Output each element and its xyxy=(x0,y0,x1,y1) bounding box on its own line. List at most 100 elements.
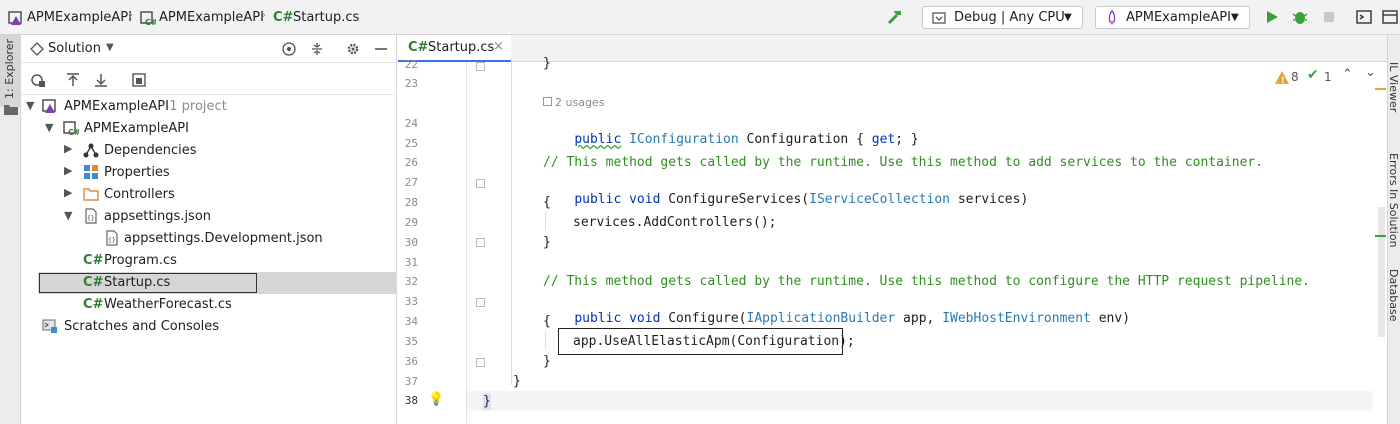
rocket-icon xyxy=(1108,10,1116,25)
json-file-icon: {} xyxy=(106,230,118,246)
code-token: IServiceCollection xyxy=(809,192,951,207)
svg-text:{}: {} xyxy=(108,237,116,244)
layout-icon[interactable] xyxy=(1381,8,1399,26)
warning-icon[interactable]: ! xyxy=(1274,70,1290,86)
explorer-strip-button[interactable]: 1: Explorer xyxy=(0,35,20,107)
line-number: 24 xyxy=(404,117,418,130)
dependencies-icon xyxy=(83,143,99,158)
chevron-right-icon: › xyxy=(261,8,267,23)
chevron-down-icon[interactable]: ▼ xyxy=(26,99,34,112)
breadcrumb-project[interactable]: APMExampleAPI xyxy=(159,9,264,26)
code-token: get xyxy=(871,132,896,147)
upload-icon[interactable] xyxy=(65,72,81,88)
csharp-project-icon: C# xyxy=(63,121,79,136)
explorer-title[interactable]: Solution xyxy=(48,40,101,58)
chevron-right-icon[interactable]: ▶ xyxy=(64,186,72,199)
line-number: 32 xyxy=(404,275,418,288)
code-line: app.UseAllElasticApm(Configuration); xyxy=(573,334,855,349)
line-number: 31 xyxy=(404,256,418,269)
editor-scrollbar[interactable] xyxy=(1374,62,1387,424)
warning-marker[interactable] xyxy=(1375,88,1386,90)
folder-icon xyxy=(4,105,18,115)
chevron-right-icon[interactable]: ▶ xyxy=(64,142,72,155)
code-line: } xyxy=(543,56,551,71)
code-line: } xyxy=(543,354,551,369)
csharp-file-badge: C# xyxy=(83,297,104,312)
code-editor[interactable]: 22 23 24 25 26 27 28 29 30 31 32 33 34 3… xyxy=(398,56,1387,424)
explorer-header: Solution ▼ xyxy=(21,35,397,63)
code-token: IApplicationBuilder xyxy=(746,311,896,326)
line-number: 23 xyxy=(404,77,418,90)
code-line: { xyxy=(543,195,551,210)
solution-explorer: Solution ▼ ▼ APMExampleAPI · 1 project ▼… xyxy=(21,35,397,424)
line-number: 30 xyxy=(404,236,418,249)
code-token: ; } xyxy=(895,132,919,147)
tree-item-label: Properties xyxy=(104,165,170,180)
chevron-down-icon: ▼ xyxy=(1231,12,1239,23)
debug-bug-icon[interactable] xyxy=(1291,8,1309,26)
stop-icon[interactable] xyxy=(1320,8,1338,26)
usages-hint[interactable]: 2 usages xyxy=(543,96,604,109)
fold-marker[interactable] xyxy=(476,238,485,247)
fold-marker[interactable] xyxy=(476,62,485,71)
line-number: 22 xyxy=(404,58,418,71)
explorer-strip-label: 1: Explorer xyxy=(3,38,16,99)
scroll-thumb[interactable] xyxy=(1378,207,1385,337)
code-comment: // This method gets called by the runtim… xyxy=(543,274,1311,289)
minimize-icon[interactable] xyxy=(373,41,389,57)
fold-marker[interactable] xyxy=(476,358,485,367)
line-number: 28 xyxy=(404,196,418,209)
csharp-project-icon: C# xyxy=(140,11,156,26)
configuration-label: Debug | Any CPU xyxy=(954,10,1065,25)
configuration-dropdown[interactable]: Debug | Any CPU ▼ xyxy=(922,6,1083,29)
il-viewer-tab[interactable]: IL Viewer xyxy=(1387,62,1400,112)
code-comment: // This method gets called by the runtim… xyxy=(543,155,1264,170)
csharp-file-badge: C# xyxy=(83,253,104,268)
tree-item-label: APMExampleAPI xyxy=(64,99,169,114)
run-icon[interactable] xyxy=(1263,8,1281,26)
locate-file-icon[interactable] xyxy=(281,41,297,57)
line-number: 34 xyxy=(404,315,418,328)
terminal-window-icon[interactable] xyxy=(1355,8,1373,26)
line-number: 38 xyxy=(404,394,418,407)
download-icon[interactable] xyxy=(93,72,109,88)
json-file-icon: {} xyxy=(85,208,97,224)
run-target-dropdown[interactable]: APMExampleAPI ▼ xyxy=(1095,6,1250,29)
code-line: } xyxy=(483,393,491,410)
code-token: env) xyxy=(1090,311,1131,326)
line-number: 36 xyxy=(404,355,418,368)
collapse-all-icon[interactable] xyxy=(309,41,325,57)
usages-label: 2 usages xyxy=(555,96,605,109)
tree-item-label: Scratches and Consoles xyxy=(64,319,220,334)
chevron-down-icon[interactable]: ▼ xyxy=(106,42,114,53)
preview-icon[interactable] xyxy=(131,72,147,88)
line-number: 25 xyxy=(404,137,418,150)
ok-marker[interactable] xyxy=(1375,235,1386,237)
fold-marker[interactable] xyxy=(476,298,485,307)
close-icon[interactable]: × xyxy=(493,39,504,54)
tree-item-label: appsettings.json xyxy=(104,209,212,224)
indent-guide xyxy=(511,62,512,385)
check-icon: ✔ xyxy=(1307,67,1319,83)
tree-item-label: WeatherForecast.cs xyxy=(104,297,232,312)
chevron-down-icon[interactable]: ▼ xyxy=(64,209,72,222)
fold-marker[interactable] xyxy=(476,179,485,188)
chevron-up-icon[interactable]: ⌃ xyxy=(1342,67,1353,82)
chevron-right-icon[interactable]: ▶ xyxy=(64,164,72,177)
errors-in-solution-tab[interactable]: Errors In Solution xyxy=(1387,153,1400,248)
gutter-divider xyxy=(466,62,467,424)
run-target-label: APMExampleAPI xyxy=(1126,10,1231,25)
tree-item-label: APMExampleAPI xyxy=(84,121,189,136)
chevron-down-icon[interactable]: ▼ xyxy=(45,121,53,134)
show-files-icon[interactable] xyxy=(30,72,46,88)
code-token: public void xyxy=(574,192,661,207)
gear-icon[interactable] xyxy=(345,41,361,57)
tree-item-label: Controllers xyxy=(104,187,175,202)
lightbulb-icon[interactable]: 💡 xyxy=(428,392,444,407)
build-hammer-icon[interactable] xyxy=(886,8,904,26)
breadcrumb-file[interactable]: Startup.cs xyxy=(293,9,359,26)
breadcrumb-solution[interactable]: APMExampleAPI xyxy=(27,9,132,26)
line-number: 27 xyxy=(404,176,418,189)
database-tab[interactable]: Database xyxy=(1387,269,1400,322)
